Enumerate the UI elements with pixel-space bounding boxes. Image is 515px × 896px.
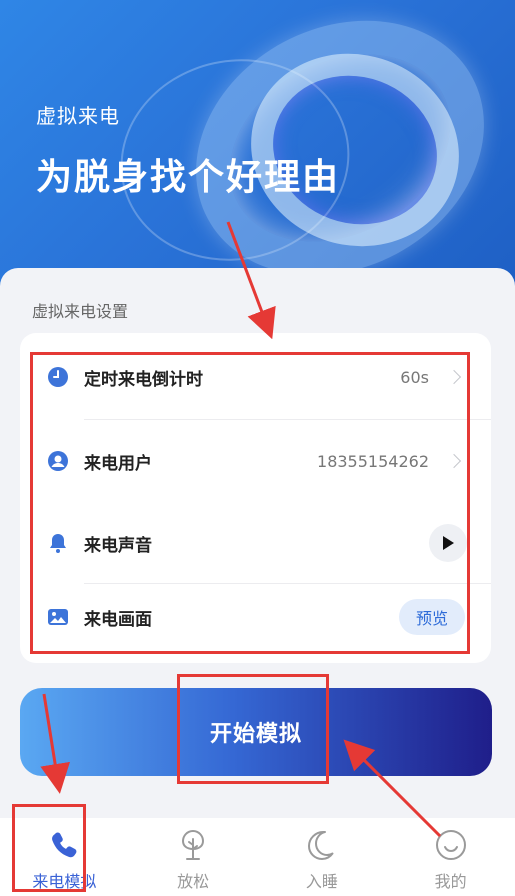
tab-sleep[interactable]: 入睡 bbox=[258, 818, 387, 896]
tab-mine[interactable]: 我的 bbox=[386, 818, 515, 896]
tab-label: 我的 bbox=[434, 872, 467, 891]
annotation-box-settings bbox=[30, 352, 470, 654]
annotation-box-start-button bbox=[177, 674, 329, 784]
tab-label: 入睡 bbox=[305, 872, 338, 891]
section-label: 虚拟来电设置 bbox=[32, 302, 129, 321]
moon-icon bbox=[305, 828, 339, 862]
tree-icon bbox=[176, 828, 210, 862]
hero-subtitle: 虚拟来电 bbox=[36, 104, 120, 128]
hero-banner: 虚拟来电 为脱身找个好理由 bbox=[0, 0, 515, 300]
hero-title: 为脱身找个好理由 bbox=[36, 157, 341, 198]
smile-icon bbox=[434, 828, 468, 862]
tab-label: 放松 bbox=[177, 872, 210, 891]
tab-relax[interactable]: 放松 bbox=[129, 818, 258, 896]
annotation-box-tab bbox=[12, 804, 86, 892]
